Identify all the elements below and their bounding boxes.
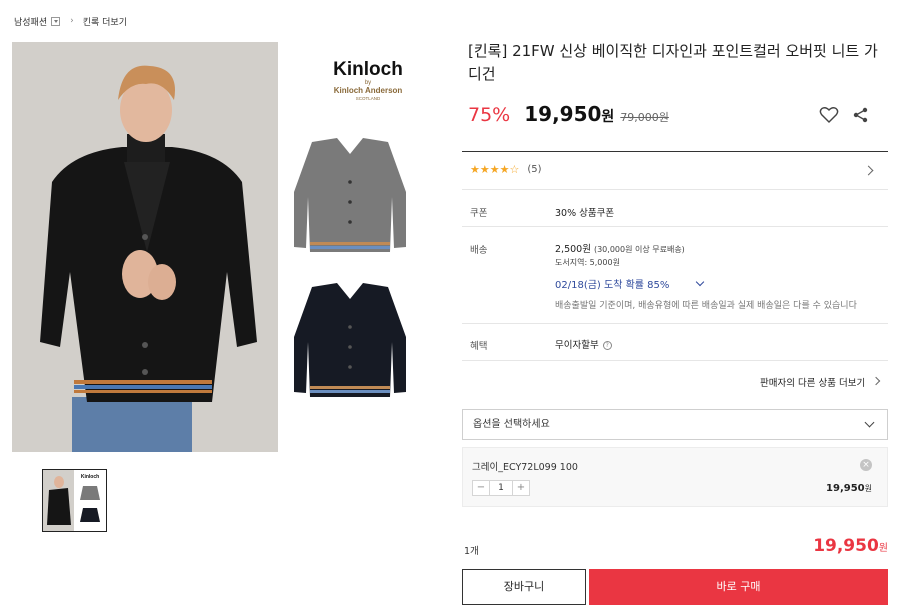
info-icon[interactable]: ?: [602, 341, 612, 350]
option-price-unit: 원: [864, 484, 872, 493]
breadcrumb-category[interactable]: 남성패션: [14, 15, 47, 28]
chevron-down-icon: [864, 417, 875, 428]
divider: [462, 151, 888, 152]
brand-logo-origin: SCOTLAND: [356, 96, 381, 101]
rating-summary[interactable]: ★★★★☆ (5): [470, 163, 541, 176]
share-icon[interactable]: [852, 106, 870, 124]
breadcrumb-brand-more[interactable]: 킨록 더보기: [83, 15, 127, 28]
chevron-right-icon: ›: [70, 16, 74, 26]
island-shipping-fee: 도서지역: 5,000원: [555, 258, 620, 267]
benefit-value-row: 무이자할부?: [555, 337, 612, 351]
benefit-value: 무이자할부: [555, 340, 599, 351]
option-price: 19,950원: [826, 483, 872, 494]
shipping-fee-note: (30,000원 이상 무료배송): [593, 245, 685, 254]
heart-icon[interactable]: [819, 106, 839, 124]
shipping-label: 배송: [470, 245, 488, 256]
shipping-fee-row: 2,500원 (30,000원 이상 무료배송): [555, 241, 685, 255]
seller-more-label: 판매자의 다른 상품 더보기: [760, 378, 866, 389]
chevron-right-icon[interactable]: [863, 165, 874, 176]
review-count: (5): [527, 164, 542, 175]
divider: [462, 323, 888, 324]
price-row: 75% 19,950 원 79,000원: [468, 102, 669, 130]
option-price-value: 19,950: [826, 483, 865, 494]
star-rating-icon: ★★★★☆: [470, 163, 520, 176]
total-price-value: 19,950: [813, 536, 879, 556]
discount-rate: 75%: [468, 104, 511, 126]
original-price: 79,000원: [620, 111, 669, 124]
minus-button[interactable]: −: [473, 481, 489, 495]
price-unit: 원: [601, 109, 615, 125]
option-select[interactable]: 옵션을 선택하세요: [462, 409, 888, 440]
plus-button[interactable]: +: [513, 481, 529, 495]
chevron-right-icon[interactable]: [871, 376, 881, 386]
option-name: 그레이_ECY72L099 100: [472, 462, 578, 473]
cart-button[interactable]: 장바구니: [462, 569, 586, 605]
main-product-image: [12, 42, 278, 452]
benefit-label: 혜택: [470, 341, 488, 352]
shipping-note: 배송출발일 기준이며, 배송유형에 따른 배송일과 실제 배송일은 다를 수 있…: [555, 301, 857, 311]
divider: [462, 226, 888, 227]
arrival-estimate[interactable]: 02/18(금) 도착 확률 85%: [555, 276, 705, 291]
black-cardigan-image: [294, 283, 406, 397]
product-title: [킨록] 21FW 신상 베이직한 디자인과 포인트컬러 오버핏 니트 가디건: [468, 42, 878, 83]
breadcrumb: 남성패션 › 킨록 더보기: [14, 14, 127, 28]
thumbnail-image[interactable]: Kinloch: [42, 469, 107, 532]
option-select-placeholder: 옵션을 선택하세요: [473, 419, 550, 430]
divider: [462, 189, 888, 190]
close-icon[interactable]: ×: [860, 459, 872, 471]
seller-more-link[interactable]: 판매자의 다른 상품 더보기: [760, 375, 865, 389]
brand-logo-maker: Kinloch Anderson: [334, 86, 403, 95]
coupon-value[interactable]: 30% 상품쿠폰: [555, 205, 614, 219]
promo-image: Kinloch by Kinloch Anderson SCOTLAND: [282, 42, 436, 452]
quantity-input[interactable]: 1: [489, 481, 513, 495]
grey-cardigan-image: [294, 138, 406, 252]
divider: [462, 360, 888, 361]
arrival-text: 02/18(금) 도착 확률 85%: [555, 280, 670, 291]
shipping-fee: 2,500원: [555, 244, 591, 255]
brand-logo-name: Kinloch: [333, 59, 403, 80]
buy-now-button[interactable]: 바로 구매: [589, 569, 888, 605]
quantity-stepper: − 1 +: [472, 480, 530, 496]
coupon-label: 쿠폰: [470, 208, 488, 219]
sale-price: 19,950: [524, 102, 602, 126]
selected-option: 그레이_ECY72L099 100 × − 1 + 19,950원: [462, 447, 888, 507]
total-price-unit: 원: [878, 543, 888, 554]
total-price: 19,950원: [813, 536, 888, 556]
chevron-down-icon[interactable]: [696, 277, 705, 286]
total-count: 1개: [464, 546, 479, 557]
category-dropdown-icon[interactable]: [51, 16, 61, 26]
svg-text:Kinloch: Kinloch: [81, 474, 99, 480]
